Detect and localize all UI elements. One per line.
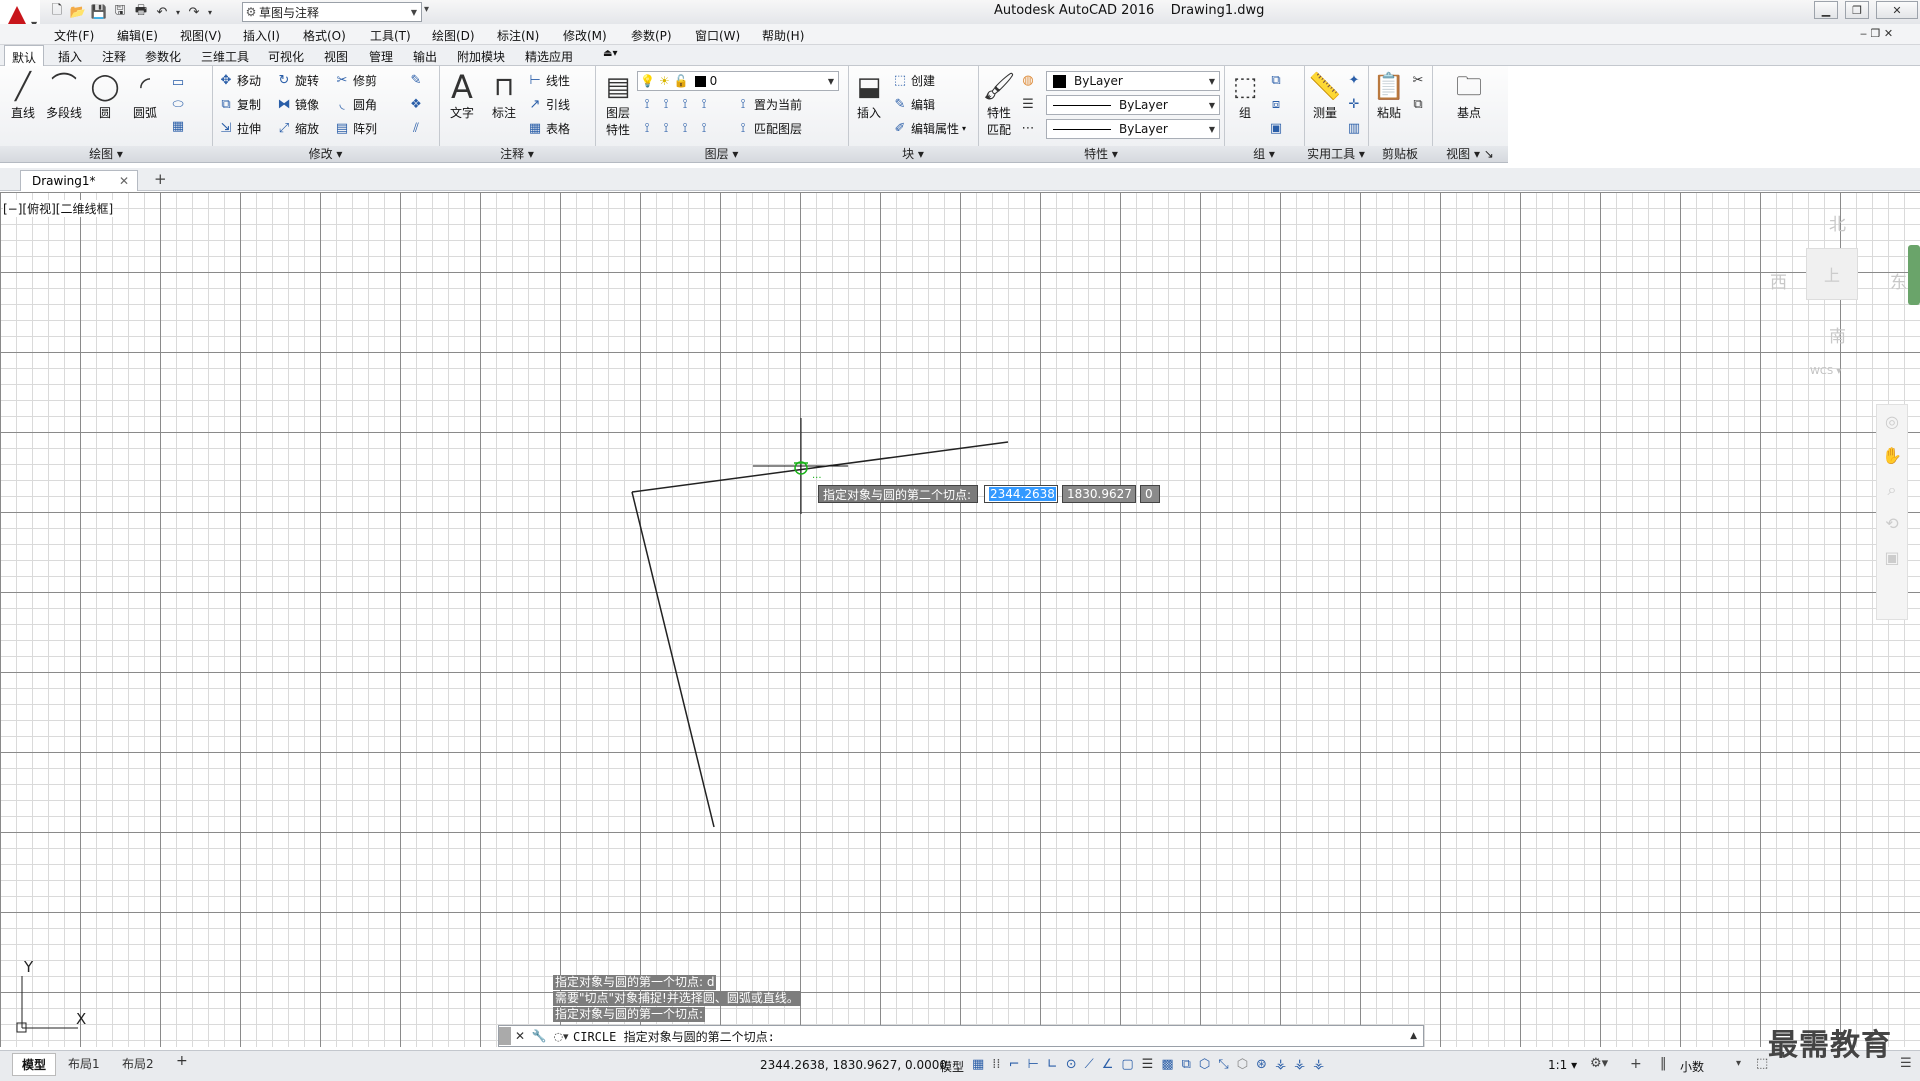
units-selector[interactable]: 小数	[1680, 1058, 1704, 1075]
isolate-objects-icon[interactable]: ⬚	[1756, 1056, 1768, 1071]
object-snap-tracking-icon[interactable]: ∠	[1102, 1057, 1114, 1072]
annotation-visibility-icon[interactable]: ⚶	[1275, 1057, 1286, 1072]
command-history-toggle-icon[interactable]: ▲	[1410, 1031, 1417, 1041]
ucs-x-label: X	[76, 1010, 87, 1028]
layout-tab-layout2[interactable]: 布局2	[122, 1055, 154, 1072]
line-segment-lower[interactable]	[631, 491, 715, 828]
nav-bar-icons: ◎ ✋ ⌕ ⟲ ▣	[1877, 405, 1907, 575]
coordinates-readout[interactable]: 2344.2638, 1830.9627, 0.0000	[760, 1058, 947, 1072]
wrench-icon[interactable]: 🔧	[529, 1029, 549, 1043]
showmotion-icon[interactable]: ▣	[1877, 541, 1907, 575]
viewcube[interactable]: 北 西 东 南 上 WCS ▾	[1770, 206, 1918, 386]
command-history-line: 指定对象与圆的第一个切点:	[553, 1007, 706, 1022]
recent-commands-icon[interactable]: ◌▾	[549, 1030, 573, 1043]
grid-icon[interactable]: ▦	[972, 1057, 984, 1072]
infer-constraints-icon[interactable]: ⌐	[1009, 1057, 1020, 1072]
drawing-geometry: ...	[16, 418, 1009, 1033]
watermark-logo: 最需教育	[1768, 1028, 1892, 1063]
isodraft-icon[interactable]: ⟋	[1085, 1057, 1094, 1072]
ucs-y-label: Y	[24, 958, 34, 976]
viewcube-north[interactable]: 北	[1829, 210, 1846, 235]
model-space-button[interactable]: 模型	[940, 1058, 964, 1075]
command-history-line: 需要"切点"对象捕捉!并选择圆、圆弧或直线。	[553, 991, 801, 1006]
annotation-scale-icon[interactable]: ⚶	[1313, 1057, 1324, 1072]
object-snap-icon[interactable]: ▢	[1121, 1057, 1133, 1072]
viewcube-east[interactable]: 东	[1890, 268, 1907, 293]
snap-icon[interactable]: ⁞⁞	[992, 1057, 1000, 1072]
viewcube-top-face[interactable]: 上	[1806, 248, 1858, 300]
dynamic-input-prompt: 指定对象与圆的第二个切点:	[818, 485, 978, 503]
pan-icon[interactable]: ✋	[1877, 439, 1907, 473]
layout-tab-model[interactable]: 模型	[12, 1053, 57, 1076]
command-history-line: 指定对象与圆的第一个切点: d	[553, 975, 717, 990]
selection-filter-icon[interactable]: ⬡	[1237, 1057, 1248, 1072]
customization-menu-icon[interactable]: ☰	[1900, 1056, 1912, 1071]
status-bar: 模型 布局1 布局2 + 2344.2638, 1830.9627, 0.000…	[0, 1050, 1920, 1081]
layout-tab-layout1[interactable]: 布局1	[68, 1055, 100, 1072]
snap-tooltip-dots: ...	[812, 470, 822, 481]
viewcube-west[interactable]: 西	[1770, 268, 1787, 293]
ortho-icon[interactable]: ∟	[1047, 1057, 1058, 1072]
dynamic-input-icon[interactable]: ⊢	[1027, 1057, 1038, 1072]
polar-icon[interactable]: ⊙	[1066, 1057, 1077, 1072]
units-dropdown-icon[interactable]: ▾	[1736, 1058, 1741, 1069]
zoom-icon[interactable]: ⌕	[1877, 473, 1907, 507]
annotation-scale-selector[interactable]: 1:1 ▾	[1548, 1058, 1577, 1072]
annotation-monitor-icon[interactable]: +	[1630, 1056, 1642, 1072]
orbit-icon[interactable]: ⟲	[1877, 507, 1907, 541]
quick-properties-icon[interactable]: ‖	[1660, 1056, 1667, 1071]
command-line-text: CIRCLE 指定对象与圆的第二个切点:	[573, 1029, 775, 1044]
gizmo-icon[interactable]: ⊛	[1256, 1057, 1267, 1072]
lineweight-icon[interactable]: ☰	[1142, 1057, 1154, 1072]
wcs-menu[interactable]: WCS ▾	[1810, 366, 1841, 377]
transparency-icon[interactable]: ▩	[1161, 1057, 1173, 1072]
3d-osnap-icon[interactable]: ⬡	[1199, 1057, 1210, 1072]
command-line-grip[interactable]	[499, 1027, 511, 1045]
command-line[interactable]: ✕ 🔧 ◌▾ CIRCLE 指定对象与圆的第二个切点: ▲	[498, 1025, 1424, 1047]
selection-cycling-icon[interactable]: ⧉	[1182, 1057, 1191, 1072]
dynamic-input-y-field[interactable]: 1830.9627	[1062, 485, 1136, 503]
dynamic-input-z-field[interactable]: 0	[1140, 485, 1160, 503]
workspace-switch-icon[interactable]: ⚙▾	[1590, 1056, 1608, 1071]
auto-scale-icon[interactable]: ⚶	[1294, 1057, 1305, 1072]
close-icon[interactable]: ✕	[511, 1029, 529, 1043]
dynamic-ucs-icon[interactable]: ⤡	[1218, 1057, 1228, 1072]
viewcube-south[interactable]: 南	[1829, 322, 1846, 347]
navigation-bar: ◎ ✋ ⌕ ⟲ ▣	[1876, 404, 1908, 620]
x-value-selected: 2344.2638	[989, 487, 1056, 501]
vertical-scroll-indicator[interactable]	[1908, 245, 1920, 305]
status-toggle-group: ▦ ⁞⁞ ⌐ ⊢ ∟ ⊙ ⟋ ∠ ▢ ☰ ▩ ⧉ ⬡ ⤡ ⬡ ⊛ ⚶ ⚶ ⚶	[972, 1057, 1324, 1072]
dynamic-input-x-field[interactable]: 2344.2638	[984, 485, 1058, 503]
add-layout-plus-icon[interactable]: +	[176, 1053, 188, 1069]
steering-wheel-icon[interactable]: ◎	[1877, 405, 1907, 439]
